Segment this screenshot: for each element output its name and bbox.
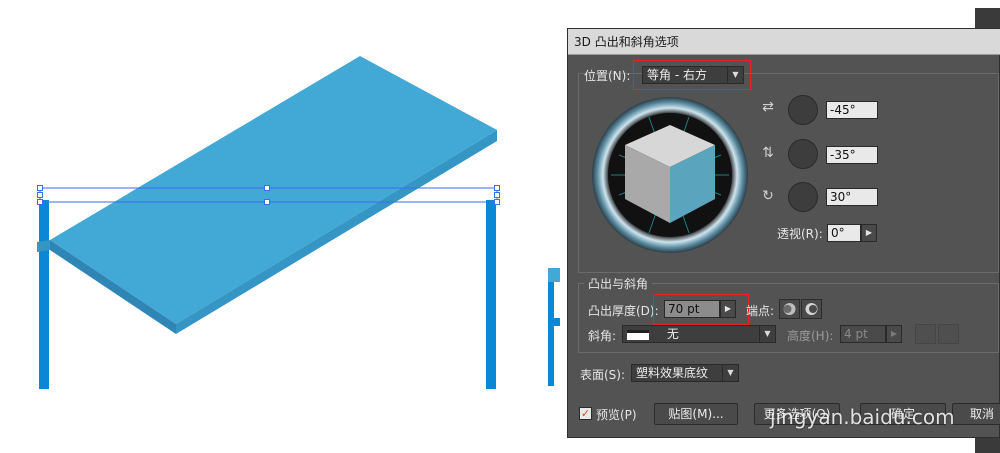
cap-off-icon[interactable] [801, 299, 822, 319]
cap-off-glyph [805, 303, 818, 315]
x-rotation-dial[interactable] [788, 95, 818, 125]
cap-on-icon[interactable] [779, 299, 800, 319]
bevel-height-field[interactable]: 4 pt [840, 325, 886, 343]
bevel-label: 斜角: [588, 329, 617, 343]
watermark: jingyan.baidu.com [770, 405, 955, 429]
preview-checkbox[interactable]: ✓ [579, 407, 592, 420]
cap-label: 端点: [746, 304, 775, 318]
bevel-dropdown-value: 无 [666, 327, 679, 341]
bevel-in-icon[interactable] [938, 324, 959, 344]
selection-handle[interactable] [494, 192, 500, 198]
surface-dropdown-value: 塑料效果底纹 [636, 366, 709, 380]
selection-handle[interactable] [37, 185, 43, 191]
surface-dropdown[interactable]: 塑料效果底纹 ▼ [631, 364, 739, 382]
x-rotation-field[interactable]: -45° [826, 101, 878, 119]
bevel-dropdown[interactable]: 无 ▼ [622, 325, 776, 343]
artboard-canvas [37, 56, 560, 389]
z-rotation-dial[interactable] [788, 182, 818, 212]
bevel-out-icon[interactable] [915, 324, 936, 344]
preview-label[interactable]: 预览(P) [596, 406, 637, 423]
table-left-stub [37, 240, 50, 252]
table-leg-right [486, 200, 496, 389]
extrude-bevel-group-label: 凸出与斜角 [584, 275, 653, 292]
highlight-extrude-depth [653, 294, 749, 325]
position-label: 位置(N): [584, 69, 631, 83]
selection-handle[interactable] [37, 192, 43, 198]
highlight-position [633, 60, 751, 90]
z-rotation-field[interactable]: 30° [826, 188, 878, 206]
extrude-depth-label: 凸出厚度(D): [588, 304, 659, 318]
selection-handle[interactable] [264, 199, 270, 205]
chevron-down-icon: ▼ [759, 326, 775, 342]
background-object-partial [548, 268, 560, 282]
y-rotation-dial[interactable] [788, 139, 818, 169]
cancel-button[interactable]: 取消 [952, 403, 1000, 425]
perspective-label: 透视(R): [777, 227, 823, 241]
z-axis-rotate-icon: ↻ [762, 188, 774, 204]
selection-handle[interactable] [264, 185, 270, 191]
bevel-swatch [627, 329, 649, 340]
selection-handle[interactable] [494, 199, 500, 205]
perspective-field[interactable]: 0° [827, 224, 861, 242]
table-leg-left [39, 200, 49, 389]
selection-handle[interactable] [494, 185, 500, 191]
chevron-down-icon: ▼ [722, 365, 738, 381]
x-axis-rotate-icon: ⇄ [762, 99, 774, 115]
table-top-face [50, 56, 497, 324]
dialog-title[interactable]: 3D 凸出和斜角选项 [568, 29, 1000, 55]
cap-on-glyph [783, 303, 796, 315]
selection-handle[interactable] [37, 199, 43, 205]
y-rotation-field[interactable]: -35° [826, 146, 878, 164]
bevel-height-stepper[interactable]: ▶ [886, 325, 902, 343]
surface-label: 表面(S): [580, 368, 626, 382]
background-object-bar [548, 318, 560, 326]
map-button[interactable]: 贴图(M)... [654, 403, 738, 425]
background-object-leg [548, 282, 554, 386]
bevel-height-label: 高度(H): [787, 329, 834, 343]
perspective-stepper[interactable]: ▶ [861, 224, 877, 242]
rotation-cube-preview[interactable] [589, 95, 751, 255]
y-axis-rotate-icon: ⇅ [762, 145, 774, 161]
extrude-bevel-dialog: 3D 凸出和斜角选项 位置(N): 等角 - 右方 ▼ ⇄ -45° ⇅ -35… [567, 28, 1000, 438]
